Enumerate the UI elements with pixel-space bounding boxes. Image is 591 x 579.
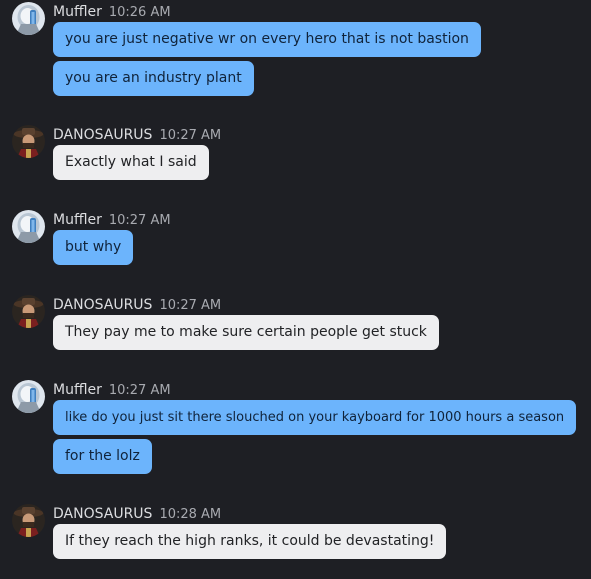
message-bubble[interactable]: They pay me to make sure certain people …	[53, 315, 439, 350]
timestamp: 10:28 AM	[159, 507, 222, 522]
message-bubble[interactable]: like do you just sit there slouched on y…	[53, 400, 577, 435]
message-header: DANOSAURUS 10:27 AM	[53, 124, 221, 144]
username[interactable]: Muffler	[53, 4, 102, 20]
timestamp: 10:26 AM	[108, 5, 171, 20]
danosaurus-avatar[interactable]	[12, 125, 45, 158]
danosaurus-avatar[interactable]	[12, 295, 45, 328]
message-header: DANOSAURUS 10:28 AM	[53, 503, 221, 523]
username[interactable]: DANOSAURUS	[53, 506, 152, 522]
muffler-avatar[interactable]	[12, 210, 45, 243]
message-bubble[interactable]: you are an industry plant	[53, 61, 254, 96]
timestamp: 10:27 AM	[108, 383, 171, 398]
username[interactable]: DANOSAURUS	[53, 297, 152, 313]
message-header: Muffler 10:27 AM	[53, 209, 171, 229]
username[interactable]: Muffler	[53, 382, 102, 398]
timestamp: 10:27 AM	[108, 213, 171, 228]
message-bubble[interactable]: but why	[53, 230, 134, 265]
message-header: DANOSAURUS 10:27 AM	[53, 294, 221, 314]
muffler-avatar[interactable]	[12, 2, 45, 35]
username[interactable]: Muffler	[53, 212, 102, 228]
message-bubble[interactable]: you are just negative wr on every hero t…	[53, 22, 481, 57]
username[interactable]: DANOSAURUS	[53, 127, 152, 143]
muffler-avatar[interactable]	[12, 380, 45, 413]
timestamp: 10:27 AM	[159, 298, 222, 313]
timestamp: 10:27 AM	[159, 128, 222, 143]
message-header: Muffler 10:26 AM	[53, 1, 171, 21]
message-bubble[interactable]: If they reach the high ranks, it could b…	[53, 524, 447, 559]
message-bubble[interactable]: for the lolz	[53, 439, 152, 474]
danosaurus-avatar[interactable]	[12, 504, 45, 537]
message-bubble[interactable]: Exactly what I said	[53, 145, 209, 180]
message-header: Muffler 10:27 AM	[53, 379, 171, 399]
chat-log: Muffler 10:26 AM you are just negative wr …	[0, 0, 591, 579]
